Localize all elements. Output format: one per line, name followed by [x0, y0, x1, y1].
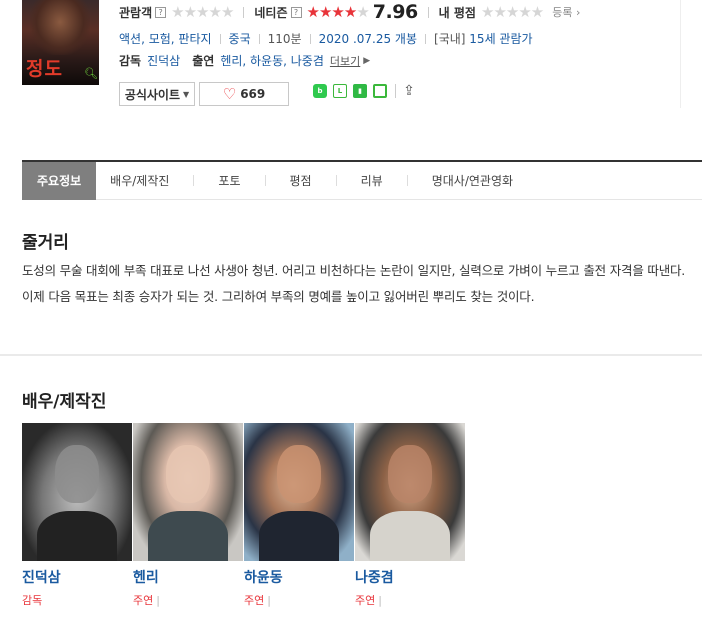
- tab-rating[interactable]: 평점: [290, 162, 361, 200]
- like-count: 669: [240, 87, 266, 101]
- help-icon[interactable]: ?: [155, 6, 167, 18]
- netizen-stars: ★ ★ ★ ★ ★: [306, 3, 370, 21]
- caret-right-icon: ▶: [363, 55, 371, 66]
- person-name[interactable]: 나중겸: [355, 567, 466, 587]
- cast-list: 진덕삼 감독 헨리 주연 | 하윤동 주연 | 나중겸 주연 |: [22, 423, 466, 608]
- share-icons: b L ▮ ⇪: [313, 83, 422, 99]
- tab-cast-crew[interactable]: 배우/제작진: [110, 162, 218, 200]
- person-photo[interactable]: [22, 423, 132, 561]
- section-divider: [0, 354, 702, 356]
- director-label: 감독: [119, 54, 142, 68]
- person-photo[interactable]: [355, 423, 465, 561]
- divider: [258, 33, 260, 44]
- bookmark-share-icon[interactable]: ▮: [353, 84, 367, 98]
- person-name[interactable]: 헨리: [133, 567, 244, 587]
- tab-review[interactable]: 리뷰: [361, 162, 432, 200]
- genre-link[interactable]: 액션, 모험, 판타지: [119, 30, 212, 47]
- poster-title: 정도: [26, 58, 63, 80]
- tab-photo[interactable]: 포토: [218, 162, 289, 200]
- person-role: 주연 |: [133, 594, 160, 607]
- help-icon[interactable]: ?: [290, 6, 302, 18]
- movie-poster[interactable]: 정도 🔍︎: [22, 0, 99, 85]
- divider: [680, 0, 681, 108]
- director-link[interactable]: 진덕삼: [147, 52, 180, 69]
- cast-item[interactable]: 헨리 주연 |: [133, 423, 244, 608]
- netizen-label: 네티즌: [254, 5, 288, 20]
- rating-prefix: [국내]: [434, 32, 466, 46]
- country-link[interactable]: 중국: [229, 30, 251, 47]
- synopsis-heading: 줄거리: [22, 233, 69, 253]
- runtime: 110분: [267, 32, 302, 46]
- cast-item[interactable]: 나중겸 주연 |: [355, 423, 466, 608]
- person-photo[interactable]: [133, 423, 243, 561]
- divider: [309, 33, 311, 44]
- band-share-icon[interactable]: b: [313, 84, 327, 98]
- netizen-score: 7.96: [372, 1, 418, 23]
- release-date-link[interactable]: 2020 .07.25 개봉: [319, 30, 417, 47]
- register-rating-link[interactable]: 등록 ›: [552, 4, 580, 20]
- my-rating-stars[interactable]: ★ ★ ★ ★ ★: [481, 4, 544, 20]
- age-rating-link[interactable]: 15세 관람가: [469, 30, 532, 47]
- person-role: 주연 |: [244, 594, 271, 607]
- person-photo[interactable]: [244, 423, 354, 561]
- cast-item[interactable]: 하윤동 주연 |: [244, 423, 355, 608]
- line-share-icon[interactable]: L: [333, 84, 347, 98]
- cast-heading: 배우/제작진: [22, 392, 107, 412]
- synopsis-text: 도성의 무술 대회에 부족 대표로 나선 사생아 청년. 어리고 비천하다는 논…: [22, 263, 686, 304]
- tab-quotes-related[interactable]: 명대사/연관영화: [432, 162, 513, 200]
- audience-label: 관람객: [119, 5, 153, 20]
- credits-row: 감독 진덕삼 출연 헨리, 하윤동, 나중겸 더보기 ▶: [119, 52, 370, 69]
- tab-main-info[interactable]: 주요정보: [22, 161, 97, 200]
- person-role: 감독: [22, 594, 43, 607]
- cast-links[interactable]: 헨리, 하윤동, 나중겸: [220, 52, 324, 69]
- divider: [243, 6, 245, 18]
- cast-item[interactable]: 진덕삼 감독: [22, 423, 133, 608]
- movie-info-row: 액션, 모험, 판타지 중국 110분 2020 .07.25 개봉 [국내] …: [119, 30, 533, 47]
- cast-label: 출연: [192, 54, 215, 68]
- chevron-right-icon: ›: [576, 6, 581, 19]
- poster-figure: [30, 0, 90, 55]
- more-link[interactable]: 더보기: [330, 53, 360, 69]
- caret-down-icon: ▼: [183, 89, 190, 99]
- divider: [427, 6, 429, 18]
- share-icon[interactable]: ⇪: [402, 83, 416, 99]
- divider: [395, 84, 396, 98]
- person-role: 주연 |: [355, 594, 382, 607]
- tab-bar: 주요정보 배우/제작진 포토 평점 리뷰 명대사/연관영화: [22, 160, 702, 200]
- divider: [425, 33, 427, 44]
- zoom-icon[interactable]: 🔍︎: [84, 68, 98, 80]
- audience-stars: ★ ★ ★ ★ ★: [171, 3, 234, 21]
- blog-share-icon[interactable]: [373, 84, 387, 98]
- heart-icon: ♡: [222, 85, 237, 103]
- official-site-button[interactable]: 공식사이트 ▼: [119, 82, 195, 106]
- person-name[interactable]: 하윤동: [244, 567, 355, 587]
- ratings-row: 관람객 ? ★ ★ ★ ★ ★ 네티즌 ? ★ ★ ★ ★ ★ 7.96 내 평점 ★ ★ ★ ★ ★ …: [119, 1, 580, 23]
- my-rating-label: 내 평점: [438, 5, 476, 20]
- divider: [219, 33, 221, 44]
- like-button[interactable]: ♡ 669: [199, 82, 289, 106]
- person-name[interactable]: 진덕삼: [22, 567, 133, 587]
